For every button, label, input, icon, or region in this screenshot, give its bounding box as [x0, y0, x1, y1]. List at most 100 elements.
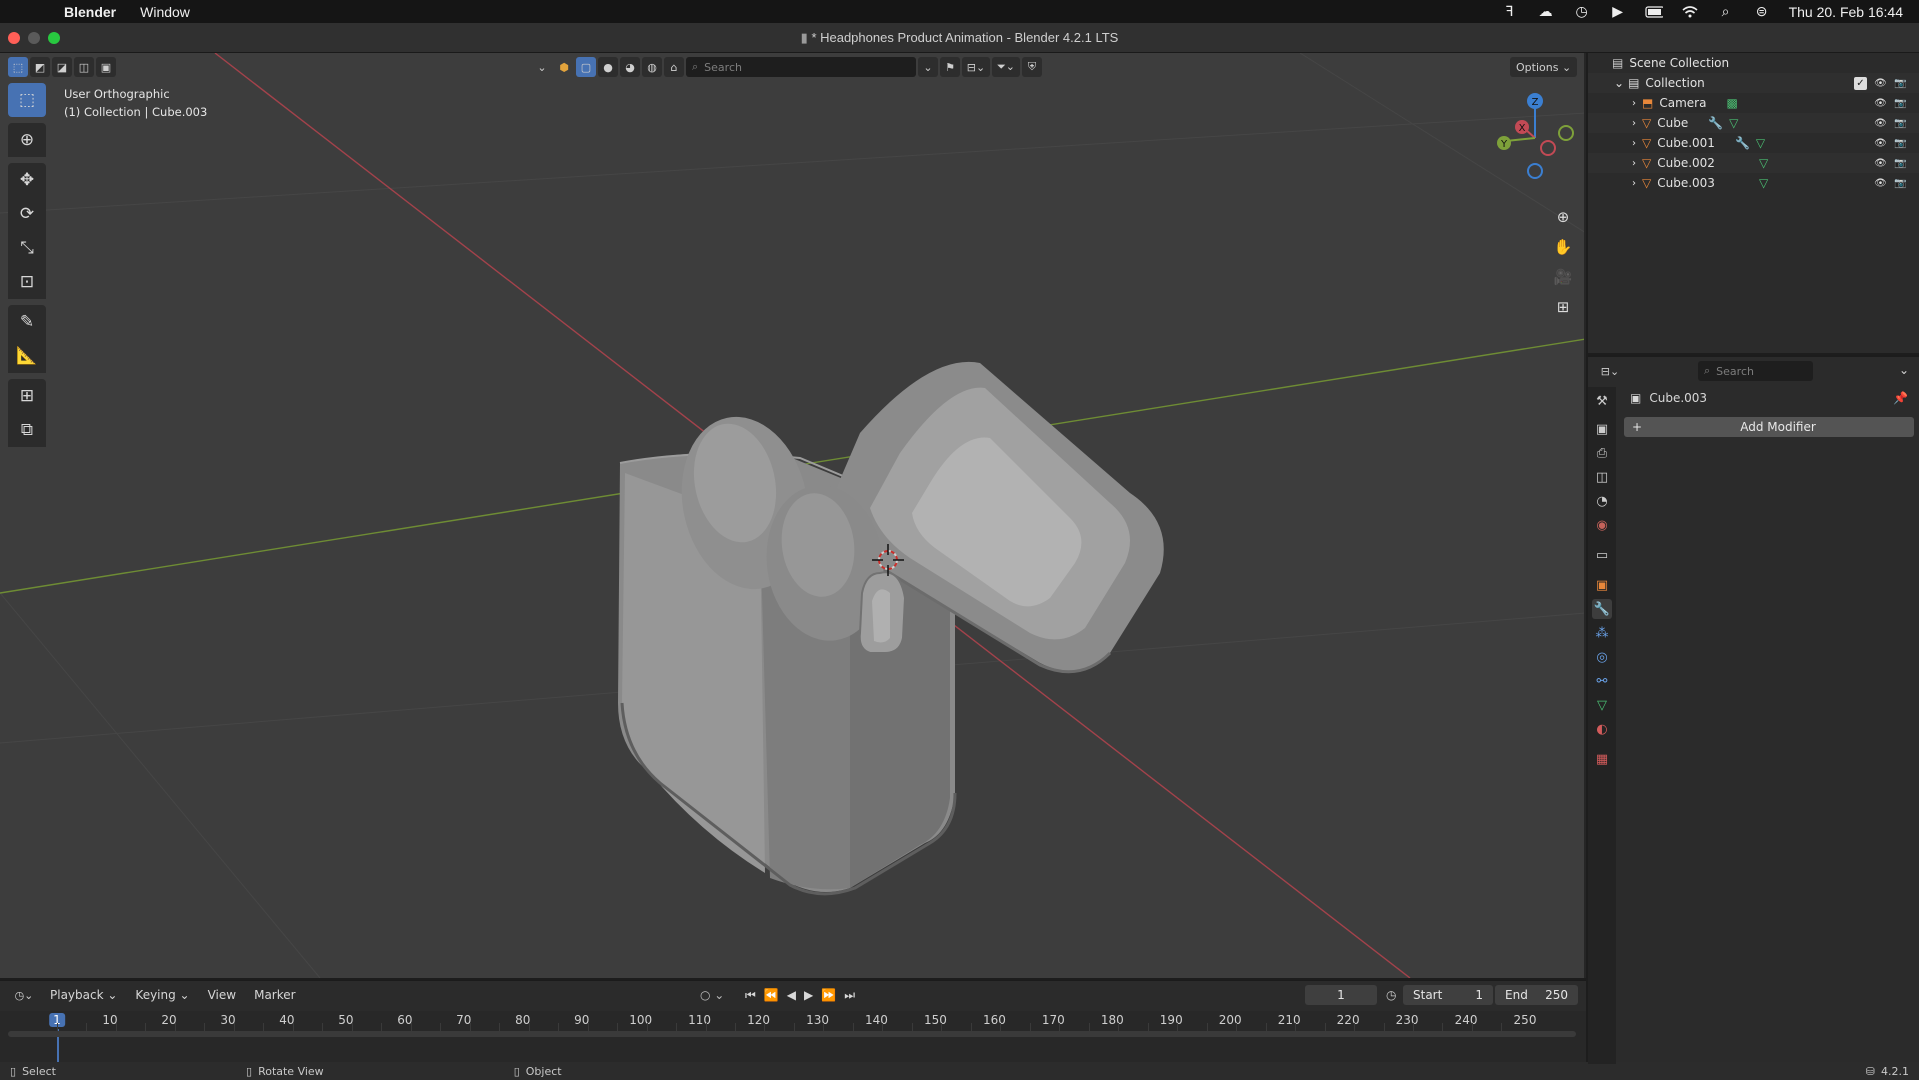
move-tool-icon[interactable]: ✥	[8, 163, 46, 197]
search-dropdown-icon[interactable]: ⌄	[918, 57, 938, 77]
collapse-chevron-icon[interactable]: ⌄	[1614, 76, 1624, 90]
world-tab-icon[interactable]: ◉	[1592, 515, 1612, 535]
3d-viewport[interactable]: ⬚ ◩ ◪ ◫ ▣ ⌄ ⬢ ▢ ● ◕ ◍ ⌂ ⌕ Search ⌄ ⚑ ⊟⌄ …	[0, 53, 1586, 978]
cursor-tool-icon[interactable]: ⊕	[8, 123, 46, 157]
output-tab-icon[interactable]: ⎙	[1592, 443, 1612, 463]
rotate-tool-icon[interactable]: ⟳	[8, 197, 46, 231]
measure-tool-icon[interactable]: 📐	[8, 339, 46, 373]
zoom-view-icon[interactable]: ⊕	[1548, 202, 1578, 232]
select-invert-icon[interactable]: ◫	[74, 57, 94, 77]
modifier-wrench-tab-icon[interactable]: 🔧	[1592, 599, 1612, 619]
shield-icon[interactable]: ⛨	[1022, 57, 1042, 77]
expand-chevron-icon[interactable]: ›	[1632, 138, 1636, 149]
render-camera-icon[interactable]: 📷	[1894, 77, 1907, 90]
viewport-search-input[interactable]: ⌕ Search	[686, 57, 916, 77]
shading-options-icon[interactable]: ⌂	[664, 57, 684, 77]
scale-tool-icon[interactable]: ⤡	[8, 231, 46, 265]
properties-search-input[interactable]: ⌕ Search	[1698, 361, 1813, 381]
frame-scrollbar[interactable]	[8, 1031, 1576, 1037]
shading-rendered-icon[interactable]: ◍	[642, 57, 662, 77]
annotate-tool-icon[interactable]: ✎	[8, 305, 46, 339]
end-frame-field[interactable]: End 250	[1495, 985, 1578, 1005]
visibility-eye-icon[interactable]: 👁	[1874, 137, 1887, 150]
viewport-scene[interactable]	[0, 53, 1586, 978]
auto-keying-icon[interactable]: ○ ⌄	[700, 988, 724, 1002]
battery-icon[interactable]	[1644, 5, 1663, 19]
visibility-eye-icon[interactable]: 👁	[1874, 177, 1887, 190]
pin-icon[interactable]: 📌	[1893, 391, 1908, 405]
menu-keying[interactable]: Keying ⌄	[129, 986, 195, 1004]
start-frame-field[interactable]: Start 1	[1403, 985, 1493, 1005]
data-mesh-tab-icon[interactable]: ▽	[1592, 695, 1612, 715]
tool-tab-icon[interactable]: ⚒	[1592, 391, 1612, 411]
scene-tab-icon[interactable]: ◔	[1592, 491, 1612, 511]
shading-wireframe-icon[interactable]: ▢	[576, 57, 596, 77]
physics-tab-icon[interactable]: ◎	[1592, 647, 1612, 667]
render-camera-icon[interactable]: 📷	[1894, 117, 1907, 130]
transform-tool-icon[interactable]: ⊡	[8, 265, 46, 299]
constraints-tab-icon[interactable]: ⚯	[1592, 671, 1612, 691]
menu-playback[interactable]: Playback ⌄	[44, 986, 123, 1004]
menu-marker[interactable]: Marker	[248, 986, 301, 1004]
filter-icon[interactable]: ⏷⌄	[992, 57, 1020, 77]
outliner-item[interactable]: › ⬒ Camera ▩ 👁 📷	[1588, 93, 1919, 113]
visibility-icon[interactable]: ⬢	[554, 57, 574, 77]
shading-material-icon[interactable]: ◕	[620, 57, 640, 77]
figma-icon[interactable]: ꟻ	[1501, 3, 1519, 19]
perspective-toggle-grid-icon[interactable]: ⊞	[1548, 292, 1578, 322]
select-new-icon[interactable]: ⬚	[8, 57, 28, 77]
jump-end-icon[interactable]: ⏭	[844, 988, 855, 1003]
play-icon[interactable]: ▶	[1609, 3, 1627, 19]
expand-chevron-icon[interactable]: ›	[1632, 98, 1636, 109]
particles-tab-icon[interactable]: ⁂	[1592, 623, 1612, 643]
collection-tab-icon[interactable]: ▭	[1592, 545, 1612, 565]
outliner-item[interactable]: › ▽ Cube.002 ▽ 👁 📷	[1588, 153, 1919, 173]
add-cube-tool-icon[interactable]: ⊞	[8, 379, 46, 413]
spotlight-search-icon[interactable]: ⌕	[1717, 3, 1735, 19]
outliner-collection[interactable]: ⌄ ▤ Collection ✓ 👁 📷	[1588, 73, 1919, 93]
select-extend-icon[interactable]: ◩	[30, 57, 50, 77]
editor-type-properties-icon[interactable]: ⊟⌄	[1596, 361, 1624, 381]
select-box-tool-icon[interactable]: ⬚	[8, 83, 46, 117]
menu-window[interactable]: Window	[128, 4, 202, 20]
add-modifier-button[interactable]: + Add Modifier	[1624, 417, 1914, 437]
expand-chevron-icon[interactable]: ›	[1632, 178, 1636, 189]
outliner-item[interactable]: › ▽ Cube.001 🔧 ▽ 👁 📷	[1588, 133, 1919, 153]
preview-range-clock-icon[interactable]: ◷	[1386, 988, 1396, 1002]
render-camera-icon[interactable]: 📷	[1894, 137, 1907, 150]
time-machine-icon[interactable]: ◷	[1573, 3, 1591, 19]
play-reverse-icon[interactable]: ◀	[787, 988, 796, 1003]
view-layer-tab-icon[interactable]: ◫	[1592, 467, 1612, 487]
select-subtract-icon[interactable]: ◪	[52, 57, 72, 77]
creative-cloud-icon[interactable]: ☁	[1537, 3, 1555, 19]
menu-view[interactable]: View	[202, 986, 242, 1004]
expand-chevron-icon[interactable]: ›	[1632, 158, 1636, 169]
jump-start-icon[interactable]: ⏮	[745, 988, 756, 1003]
menu-bar-clock[interactable]: Thu 20. Feb 16:44	[1789, 4, 1903, 20]
app-menu-blender[interactable]: Blender	[52, 4, 128, 20]
extrude-tool-icon[interactable]: ⧉	[8, 413, 46, 447]
navigation-gizmo[interactable]: Z X Y	[1490, 83, 1580, 193]
editor-type-clock-icon[interactable]: ◷⌄	[10, 985, 38, 1005]
outliner-item[interactable]: › ▽ Cube.003 ▽ 👁 📷	[1588, 173, 1919, 193]
visibility-eye-icon[interactable]: 👁	[1874, 77, 1887, 90]
render-tab-icon[interactable]: ▣	[1592, 419, 1612, 439]
camera-view-icon[interactable]: 🎥	[1548, 262, 1578, 292]
outliner-item[interactable]: › ▽ Cube 🔧 ▽ 👁 📷	[1588, 113, 1919, 133]
collection-include-checkbox[interactable]: ✓	[1854, 76, 1867, 90]
play-icon[interactable]: ▶	[804, 988, 813, 1003]
pan-view-hand-icon[interactable]: ✋	[1548, 232, 1578, 262]
filter-mode-icon[interactable]: ⊟⌄	[962, 57, 990, 77]
visibility-eye-icon[interactable]: 👁	[1874, 157, 1887, 170]
texture-tab-icon[interactable]: ▦	[1592, 749, 1612, 769]
render-camera-icon[interactable]: 📷	[1894, 97, 1907, 110]
prev-keyframe-icon[interactable]: ⏪	[764, 988, 779, 1003]
bookmark-icon[interactable]: ⚑	[940, 57, 960, 77]
view-object-types-icon[interactable]: ⌄	[532, 57, 552, 77]
shading-solid-icon[interactable]: ●	[598, 57, 618, 77]
properties-options-chevron-icon[interactable]: ⌄	[1899, 363, 1909, 377]
object-tab-icon[interactable]: ▣	[1592, 575, 1612, 595]
outliner-scene-collection[interactable]: ▤ Scene Collection	[1588, 53, 1919, 73]
select-intersect-icon[interactable]: ▣	[96, 57, 116, 77]
expand-chevron-icon[interactable]: ›	[1632, 118, 1636, 129]
